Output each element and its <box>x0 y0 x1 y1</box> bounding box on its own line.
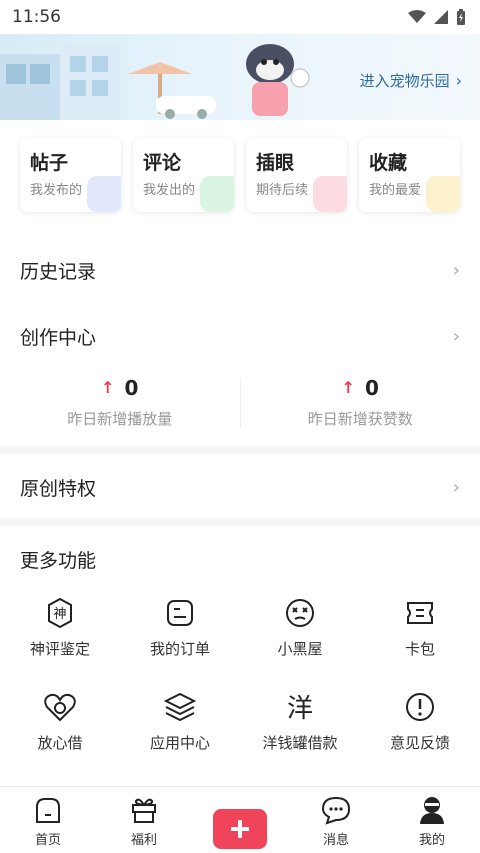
status-time: 11:56 <box>12 7 61 27</box>
order-icon <box>163 596 197 630</box>
tab-welfare[interactable]: 福利 <box>96 787 192 853</box>
profile-avatar-icon <box>420 797 444 824</box>
creation-center-row[interactable]: 创作中心 › <box>0 311 480 361</box>
grid-item-orders[interactable]: 我的订单 <box>120 596 240 690</box>
stat-plays: ↑ 0 昨日新增播放量 <box>0 370 240 434</box>
svg-text:洋: 洋 <box>287 694 313 723</box>
svg-text:神: 神 <box>53 607 66 622</box>
grid-item-blackroom[interactable]: 小黑屋 <box>240 596 360 690</box>
more-functions-grid: 神 神评鉴定 我的订单 小黑屋 卡包 放心借 应用中心 洋 洋钱罐借款 意见反馈 <box>0 596 480 784</box>
grid-label: 卡包 <box>404 640 435 658</box>
posts-title: 帖子 <box>30 152 69 174</box>
creation-stats: ↑ 0 昨日新增播放量 ↑ 0 昨日新增获赞数 <box>0 370 480 434</box>
layers-icon <box>163 690 197 724</box>
tab-messages-label: 消息 <box>322 833 349 848</box>
quick-cards: 帖子 我发布的 评论 我发出的 插眼 期待后续 收藏 我的最爱 <box>0 128 480 218</box>
grid-item-card-pack[interactable]: 卡包 <box>360 596 480 690</box>
star-icon <box>426 176 460 212</box>
home-icon <box>36 798 60 823</box>
bookmarks-card[interactable]: 插眼 期待后续 <box>246 138 347 212</box>
bottom-tab-bar: 首页 福利 消息 我的 <box>0 786 480 853</box>
grid-item-shen-ping[interactable]: 神 神评鉴定 <box>0 596 120 690</box>
chevron-right-icon: › <box>452 325 460 347</box>
banner-illustration <box>0 44 310 120</box>
more-functions-title: 更多功能 <box>20 550 97 572</box>
stat-likes-label: 昨日新增获赞数 <box>307 409 413 428</box>
bookmarks-title: 插眼 <box>256 152 295 174</box>
pet-park-link[interactable]: 进入宠物乐园 › <box>360 70 462 91</box>
tab-home[interactable]: 首页 <box>0 787 96 853</box>
comments-title: 评论 <box>143 152 182 174</box>
tab-mine-label: 我的 <box>418 833 445 848</box>
original-privileges-row[interactable]: 原创特权 › <box>0 462 480 512</box>
pet-park-banner[interactable]: 进入宠物乐园 › <box>0 34 480 120</box>
grid-label: 我的订单 <box>149 640 210 658</box>
status-icons <box>408 9 466 25</box>
stat-likes: ↑ 0 昨日新增获赞数 <box>241 370 480 434</box>
battery-icon <box>457 9 465 25</box>
chevron-right-icon: › <box>452 259 460 281</box>
pet-park-link-label: 进入宠物乐园 <box>359 72 450 90</box>
comments-card[interactable]: 评论 我发出的 <box>133 138 234 212</box>
chevron-right-icon: › <box>455 71 462 90</box>
original-privileges-label: 原创特权 <box>20 477 97 500</box>
grid-item-feedback[interactable]: 意见反馈 <box>360 690 480 784</box>
favorites-title: 收藏 <box>369 152 408 174</box>
stat-likes-value: 0 <box>364 375 379 400</box>
message-bubble-icon <box>321 796 351 825</box>
shen-badge-icon: 神 <box>43 596 77 630</box>
grid-item-app-center[interactable]: 应用中心 <box>120 690 240 784</box>
grid-label: 放心借 <box>37 734 83 752</box>
arrow-up-icon: ↑ <box>341 378 355 397</box>
wifi-icon <box>408 10 426 23</box>
grid-label: 小黑屋 <box>277 640 323 658</box>
post-button[interactable] <box>213 809 267 849</box>
eye-icon <box>313 176 347 212</box>
section-divider <box>0 446 480 454</box>
tab-home-label: 首页 <box>34 833 61 848</box>
dizzy-face-icon <box>283 596 317 630</box>
history-row[interactable]: 历史记录 › <box>0 245 480 295</box>
grid-label: 应用中心 <box>149 734 210 752</box>
section-divider <box>0 518 480 526</box>
heart-coin-icon <box>43 690 77 724</box>
status-bar: 11:56 <box>0 0 480 34</box>
stat-plays-value: 0 <box>124 375 139 400</box>
stat-plays-label: 昨日新增播放量 <box>67 409 173 428</box>
tab-messages[interactable]: 消息 <box>288 787 384 853</box>
arrow-up-icon: ↑ <box>101 378 115 397</box>
creation-center-label: 创作中心 <box>20 326 97 349</box>
tab-post[interactable] <box>192 787 288 853</box>
posts-card[interactable]: 帖子 我发布的 <box>20 138 121 212</box>
grid-item-fangxinjie[interactable]: 放心借 <box>0 690 120 784</box>
tab-welfare-label: 福利 <box>130 833 157 848</box>
signal-icon <box>434 10 448 24</box>
grid-label: 神评鉴定 <box>29 640 90 658</box>
history-label: 历史记录 <box>20 260 97 283</box>
plus-icon <box>231 820 249 838</box>
chat-bubble-icon <box>200 176 234 212</box>
gift-icon <box>132 798 156 823</box>
yang-icon: 洋 <box>283 690 317 724</box>
grid-item-yangqianguan[interactable]: 洋 洋钱罐借款 <box>240 690 360 784</box>
favorites-card[interactable]: 收藏 我的最爱 <box>359 138 460 212</box>
document-icon <box>87 176 121 212</box>
ticket-icon <box>403 596 437 630</box>
grid-label: 洋钱罐借款 <box>262 734 338 752</box>
exclamation-circle-icon <box>403 690 437 724</box>
grid-label: 意见反馈 <box>389 734 450 752</box>
tab-mine[interactable]: 我的 <box>384 787 480 853</box>
chevron-right-icon: › <box>452 476 460 498</box>
